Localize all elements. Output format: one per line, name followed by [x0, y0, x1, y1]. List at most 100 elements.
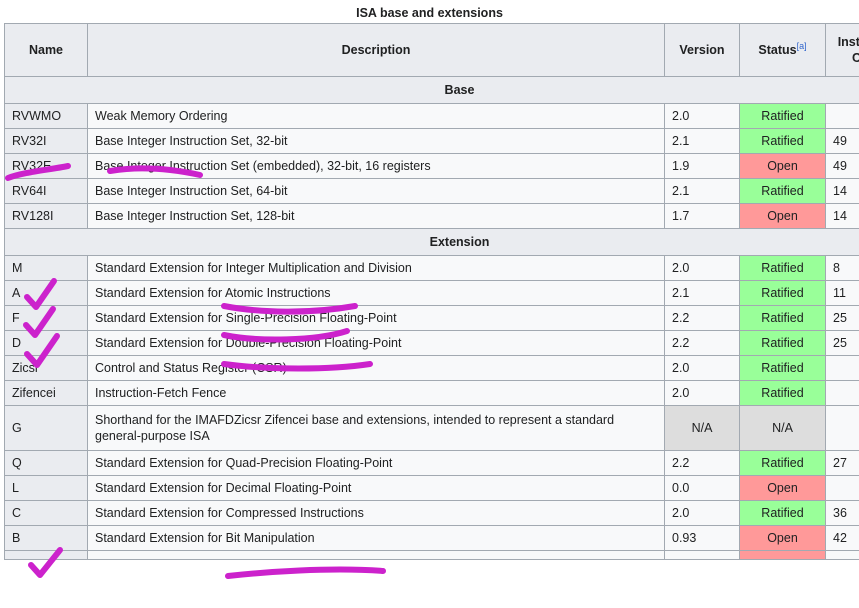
table-header-row: Name Description Version Status[a] Instr… [5, 24, 859, 77]
table-row: RVWMOWeak Memory Ordering2.0Ratified [5, 104, 859, 129]
cell-name: RV64I [5, 179, 88, 204]
cell-version: 1.9 [665, 154, 740, 179]
cell-instruction-count: 42 [826, 526, 859, 551]
cell-description: Base Integer Instruction Set (embedded),… [88, 154, 665, 179]
status-badge: Open [740, 204, 826, 229]
cell-instruction-count: 14 [826, 179, 859, 204]
table-section-row: Base [5, 77, 859, 104]
cell-version: 2.0 [665, 356, 740, 381]
column-header-instruction-count: InstructionCount [826, 24, 859, 77]
cell-description: Standard Extension for Compressed Instru… [88, 501, 665, 526]
cell-description: Standard Extension for Single-Precision … [88, 306, 665, 331]
table-row: QStandard Extension for Quad-Precision F… [5, 451, 859, 476]
table-row: GShorthand for the IMAFDZicsr Zifencei b… [5, 406, 859, 451]
cell-instruction-count: 27 [826, 451, 859, 476]
cell-version [665, 551, 740, 560]
cell-name: M [5, 256, 88, 281]
cell-version: 0.0 [665, 476, 740, 501]
cell-description: Base Integer Instruction Set, 64-bit [88, 179, 665, 204]
table-body: BaseRVWMOWeak Memory Ordering2.0Ratified… [5, 77, 859, 560]
status-badge: Ratified [740, 179, 826, 204]
status-badge: Ratified [740, 451, 826, 476]
status-badge [740, 551, 826, 560]
status-badge: Open [740, 526, 826, 551]
cell-instruction-count: 8 [826, 256, 859, 281]
cell-instruction-count: 14 [826, 204, 859, 229]
page-title: ISA base and extensions [0, 0, 859, 23]
column-header-description: Description [88, 24, 665, 77]
cell-name: L [5, 476, 88, 501]
cell-instruction-count [826, 406, 859, 451]
instruction-count-line-2: Count [852, 51, 859, 65]
column-header-version: Version [665, 24, 740, 77]
table-section-row: Extension [5, 229, 859, 256]
cell-instruction-count [826, 104, 859, 129]
cell-name: RVWMO [5, 104, 88, 129]
cell-description: Standard Extension for Integer Multiplic… [88, 256, 665, 281]
cell-instruction-count [826, 381, 859, 406]
cell-name: RV32E [5, 154, 88, 179]
cell-name: RV32I [5, 129, 88, 154]
cell-instruction-count [826, 476, 859, 501]
column-header-name: Name [5, 24, 88, 77]
cell-version: 2.0 [665, 256, 740, 281]
table-row: RV128IBase Integer Instruction Set, 128-… [5, 204, 859, 229]
cell-instruction-count: 11 [826, 281, 859, 306]
cell-name: G [5, 406, 88, 451]
cell-version: 2.2 [665, 331, 740, 356]
cell-description: Control and Status Register (CSR) [88, 356, 665, 381]
status-badge: N/A [740, 406, 826, 451]
table-row: BStandard Extension for Bit Manipulation… [5, 526, 859, 551]
table-row: DStandard Extension for Double-Precision… [5, 331, 859, 356]
cell-version: 2.0 [665, 381, 740, 406]
cell-name: C [5, 501, 88, 526]
cell-version: 0.93 [665, 526, 740, 551]
ink-underline-compressed-instructions [228, 570, 383, 576]
isa-base-and-extensions-table: Name Description Version Status[a] Instr… [4, 23, 859, 560]
cell-instruction-count [826, 356, 859, 381]
cell-name: D [5, 331, 88, 356]
cell-version: 2.1 [665, 281, 740, 306]
cell-description: Weak Memory Ordering [88, 104, 665, 129]
status-badge: Open [740, 476, 826, 501]
table-row: CStandard Extension for Compressed Instr… [5, 501, 859, 526]
column-header-status-label: Status [758, 43, 796, 57]
table-row: LStandard Extension for Decimal Floating… [5, 476, 859, 501]
table-row: RV32EBase Integer Instruction Set (embed… [5, 154, 859, 179]
table-row: ZicsrControl and Status Register (CSR)2.… [5, 356, 859, 381]
cell-instruction-count: 25 [826, 331, 859, 356]
cell-version: 2.2 [665, 306, 740, 331]
status-badge: Ratified [740, 356, 826, 381]
cell-instruction-count: 49 [826, 129, 859, 154]
cell-version: 2.0 [665, 104, 740, 129]
cell-description: Standard Extension for Double-Precision … [88, 331, 665, 356]
table-header: Name Description Version Status[a] Instr… [5, 24, 859, 77]
table-row: FStandard Extension for Single-Precision… [5, 306, 859, 331]
cell-description: Standard Extension for Atomic Instructio… [88, 281, 665, 306]
cell-name: RV128I [5, 204, 88, 229]
cell-name: F [5, 306, 88, 331]
cell-instruction-count: 49 [826, 154, 859, 179]
cell-version: 2.2 [665, 451, 740, 476]
cell-instruction-count: 25 [826, 306, 859, 331]
column-header-status: Status[a] [740, 24, 826, 77]
cell-name: Zicsr [5, 356, 88, 381]
table-row: RV64IBase Integer Instruction Set, 64-bi… [5, 179, 859, 204]
cell-instruction-count [826, 551, 859, 560]
section-label: Base [5, 77, 859, 104]
status-badge: Ratified [740, 306, 826, 331]
cell-description: Base Integer Instruction Set, 32-bit [88, 129, 665, 154]
cell-description [88, 551, 665, 560]
cell-name: A [5, 281, 88, 306]
status-badge: Ratified [740, 129, 826, 154]
cell-description: Standard Extension for Bit Manipulation [88, 526, 665, 551]
status-badge: Ratified [740, 331, 826, 356]
cell-description: Standard Extension for Decimal Floating-… [88, 476, 665, 501]
status-badge: Ratified [740, 381, 826, 406]
table-row: MStandard Extension for Integer Multipli… [5, 256, 859, 281]
cell-name: Zifencei [5, 381, 88, 406]
cell-instruction-count: 36 [826, 501, 859, 526]
status-footnote-ref-link[interactable]: [a] [797, 41, 807, 51]
status-badge: Ratified [740, 501, 826, 526]
cell-description: Standard Extension for Quad-Precision Fl… [88, 451, 665, 476]
